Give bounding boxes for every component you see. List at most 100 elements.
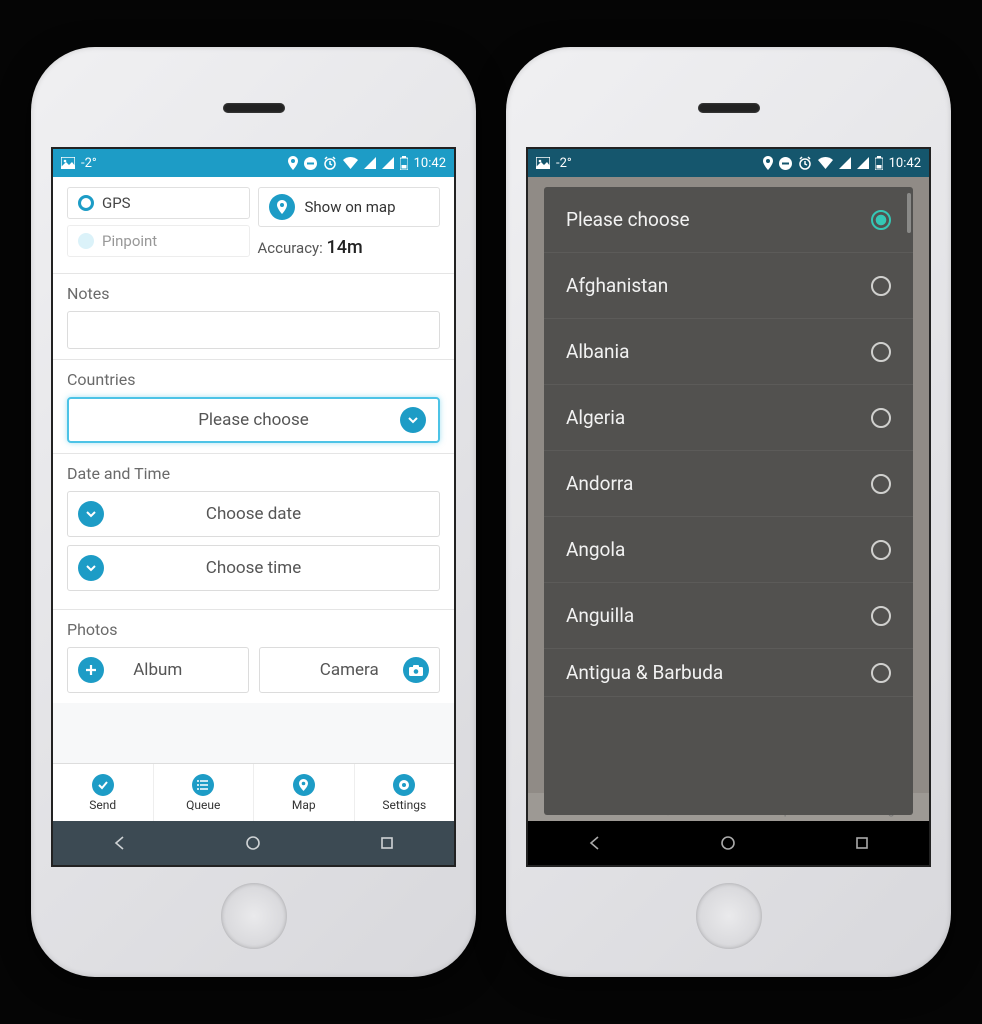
option-label: Albania [566, 340, 629, 363]
notes-section: Notes [53, 274, 454, 360]
phone-mockup-right: -2° [506, 47, 951, 977]
country-option[interactable]: Andorra [544, 451, 913, 517]
pinpoint-radio[interactable]: Pinpoint [67, 225, 250, 257]
location-icon [763, 156, 773, 170]
camera-label: Camera [320, 660, 379, 680]
country-option[interactable]: Anguilla [544, 583, 913, 649]
radio-unselected-icon [871, 474, 891, 494]
radio-unselected-icon [871, 408, 891, 428]
nav-home-icon[interactable] [244, 834, 262, 852]
notes-input[interactable] [67, 311, 440, 349]
pinpoint-label: Pinpoint [102, 232, 157, 250]
tab-queue[interactable]: Queue [154, 764, 255, 821]
nav-back-icon[interactable] [586, 834, 604, 852]
notes-label: Notes [67, 284, 440, 303]
form-content: GPS Pinpoint Show on map [53, 177, 454, 763]
choose-time-button[interactable]: Choose time [67, 545, 440, 591]
datetime-section: Date and Time Choose date Choose time [53, 454, 454, 610]
country-option[interactable]: Antigua & Barbuda [544, 649, 913, 697]
status-temperature: -2° [81, 156, 97, 171]
android-nav-bar [53, 821, 454, 865]
phone-mockup-left: -2° [31, 47, 476, 977]
show-on-map-button[interactable]: Show on map [258, 187, 441, 227]
gps-radio[interactable]: GPS [67, 187, 250, 219]
screen-left: -2° [51, 147, 456, 867]
signal-icon [364, 157, 376, 169]
map-pin-icon [269, 194, 295, 220]
map-pin-icon [293, 774, 315, 796]
option-label: Please choose [566, 208, 690, 231]
phone-home-button [221, 883, 287, 949]
show-on-map-label: Show on map [305, 198, 396, 216]
location-icon [288, 156, 298, 170]
gear-icon [393, 774, 415, 796]
picture-icon [61, 157, 75, 169]
choose-date-button[interactable]: Choose date [67, 491, 440, 537]
nav-back-icon[interactable] [111, 834, 129, 852]
countries-dropdown[interactable]: Please choose [67, 397, 440, 443]
option-label: Antigua & Barbuda [566, 661, 723, 684]
accuracy-label: Accuracy: [258, 239, 323, 257]
nav-recent-icon[interactable] [378, 834, 396, 852]
radio-unselected-icon [871, 276, 891, 296]
camera-button[interactable]: Camera [259, 647, 441, 693]
location-section: GPS Pinpoint Show on map [53, 177, 454, 274]
battery-icon [875, 156, 883, 170]
signal-icon-2 [382, 157, 394, 169]
tab-queue-label: Queue [186, 798, 220, 812]
battery-icon [400, 156, 408, 170]
android-nav-bar [528, 821, 929, 865]
radio-selected-icon [871, 210, 891, 230]
country-option[interactable]: Please choose [544, 187, 913, 253]
tab-map-label: Map [292, 798, 316, 812]
camera-icon [403, 657, 429, 683]
screen-right: -2° [526, 147, 931, 867]
album-label: Album [133, 660, 182, 680]
plus-icon [78, 657, 104, 683]
tab-settings[interactable]: Settings [355, 764, 455, 821]
accuracy-text: Accuracy: 14m [258, 237, 441, 258]
signal-icon [839, 157, 851, 169]
dropdown-placeholder: Please choose [198, 410, 309, 430]
option-label: Andorra [566, 472, 633, 495]
picture-icon [536, 157, 550, 169]
countries-section: Countries Please choose [53, 360, 454, 454]
option-label: Angola [566, 538, 625, 561]
tab-send[interactable]: Send [53, 764, 154, 821]
list-icon [192, 774, 214, 796]
gps-label: GPS [102, 194, 131, 212]
countries-label: Countries [67, 370, 440, 389]
tab-map[interactable]: Map [254, 764, 355, 821]
status-temperature: -2° [556, 156, 572, 171]
phone-speaker [223, 103, 285, 113]
country-option[interactable]: Angola [544, 517, 913, 583]
wifi-icon [818, 157, 833, 169]
country-option[interactable]: Algeria [544, 385, 913, 451]
option-label: Algeria [566, 406, 625, 429]
wifi-icon [343, 157, 358, 169]
album-button[interactable]: Album [67, 647, 249, 693]
radio-unselected-icon [871, 540, 891, 560]
phone-speaker [698, 103, 760, 113]
nav-home-icon[interactable] [719, 834, 737, 852]
android-status-bar: -2° [53, 149, 454, 177]
accuracy-value: 14m [327, 237, 363, 258]
phone-home-button [696, 883, 762, 949]
country-option[interactable]: Afghanistan [544, 253, 913, 319]
country-option[interactable]: Albania [544, 319, 913, 385]
check-icon [92, 774, 114, 796]
radio-unselected-icon [871, 342, 891, 362]
alarm-icon [323, 156, 337, 170]
radio-selected-icon [78, 195, 94, 211]
datetime-label: Date and Time [67, 464, 440, 483]
radio-unselected-icon [871, 606, 891, 626]
nav-recent-icon[interactable] [853, 834, 871, 852]
choose-time-label: Choose time [206, 558, 301, 578]
bottom-tab-bar: Send Queue Map Settings [53, 763, 454, 821]
chevron-down-icon [78, 555, 104, 581]
choose-date-label: Choose date [206, 504, 301, 524]
scrollbar-thumb[interactable] [907, 193, 911, 233]
option-label: Anguilla [566, 604, 634, 627]
tab-send-label: Send [89, 798, 116, 812]
status-time: 10:42 [889, 156, 921, 171]
